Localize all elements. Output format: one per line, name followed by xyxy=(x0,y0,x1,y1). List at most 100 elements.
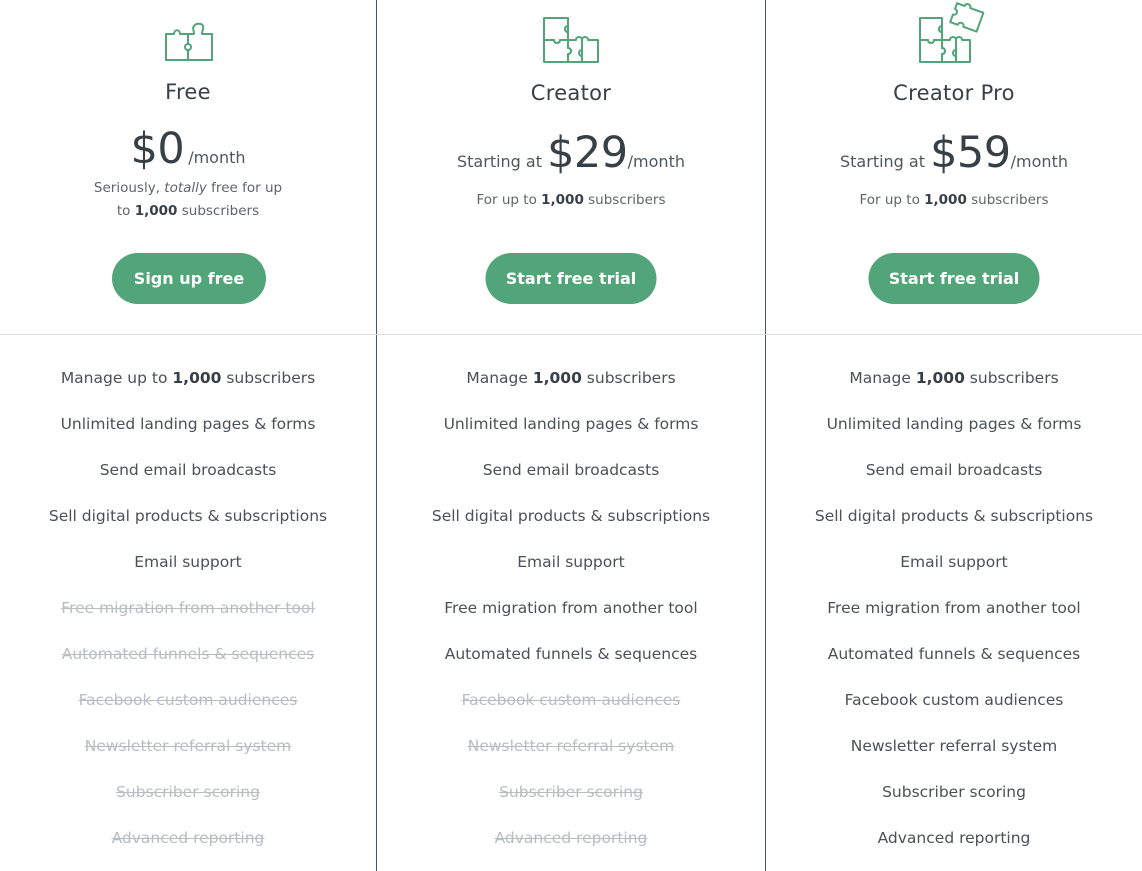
feature-text: Unlimited landing pages & forms xyxy=(826,415,1082,433)
feature-item-included: Automated funnels & sequences xyxy=(766,631,1142,677)
price-line: Starting at $59/month xyxy=(766,128,1142,178)
subtext-part: subscribers xyxy=(177,203,260,219)
feature-text: Newsletter referral system xyxy=(850,737,1058,755)
feature-item-included: Manage up to 1,000 subscribers xyxy=(0,355,376,401)
sign-up-free-button[interactable]: Sign up free xyxy=(112,253,266,304)
feature-text: Sell digital products & subscriptions xyxy=(48,507,328,525)
plan-name: Free xyxy=(165,80,211,104)
feature-item-included: Automated funnels & sequences xyxy=(377,631,765,677)
feature-item-excluded: Facebook custom audiences xyxy=(0,677,376,723)
feature-item-included: Manage 1,000 subscribers xyxy=(766,355,1142,401)
price-period: /month xyxy=(188,148,246,167)
feature-highlight: 1,000 xyxy=(532,369,582,387)
feature-item-included: Subscriber scoring xyxy=(766,769,1142,815)
price-line: $0/month xyxy=(0,124,376,174)
subscriber-limit: 1,000 xyxy=(541,192,584,208)
feature-text: Email support xyxy=(134,553,242,571)
column-divider xyxy=(765,0,766,871)
feature-text: subscribers xyxy=(221,369,316,387)
plan-name: Creator xyxy=(530,81,612,105)
feature-text: Advanced reporting xyxy=(877,829,1031,847)
feature-text: Email support xyxy=(900,553,1008,571)
feature-text: subscribers xyxy=(581,369,676,387)
feature-item-included: Unlimited landing pages & forms xyxy=(377,401,765,447)
feature-text: Advanced reporting xyxy=(111,829,265,847)
feature-text: Sell digital products & subscriptions xyxy=(814,507,1094,525)
feature-text: subscribers xyxy=(964,369,1059,387)
feature-text: Subscriber scoring xyxy=(499,783,643,801)
feature-text: Facebook custom audiences xyxy=(461,691,681,709)
plan-subtext: For up to 1,000 subscribers xyxy=(766,189,1142,212)
plan-subtext: Seriously, totally free for up to 1,000 … xyxy=(0,177,376,223)
start-free-trial-button-creator-pro[interactable]: Start free trial xyxy=(868,253,1040,304)
feature-list: Manage 1,000 subscribers Unlimited landin… xyxy=(377,355,765,861)
feature-item-included: Manage 1,000 subscribers xyxy=(377,355,765,401)
feature-text: Free migration from another tool xyxy=(444,599,698,617)
feature-item-included: Send email broadcasts xyxy=(377,447,765,493)
plan-card-free: Free $0/month Seriously, totally free fo… xyxy=(0,0,376,871)
subtext-part: For up to xyxy=(476,192,542,208)
price-period: /month xyxy=(627,152,685,171)
subtext-emphasis: totally xyxy=(164,180,207,196)
feature-text: Automated funnels & sequences xyxy=(827,645,1081,663)
subtext-part: subscribers xyxy=(583,192,666,208)
feature-text: Send email broadcasts xyxy=(99,461,277,479)
feature-item-included: Facebook custom audiences xyxy=(766,677,1142,723)
subtext-part: Seriously, xyxy=(93,180,165,196)
feature-text: Subscriber scoring xyxy=(116,783,260,801)
feature-item-excluded: Subscriber scoring xyxy=(377,769,765,815)
price-amount: $59 xyxy=(930,128,1011,178)
feature-item-included: Advanced reporting xyxy=(766,815,1142,861)
feature-item-included: Newsletter referral system xyxy=(766,723,1142,769)
feature-item-excluded: Subscriber scoring xyxy=(0,769,376,815)
feature-item-excluded: Advanced reporting xyxy=(377,815,765,861)
feature-item-excluded: Newsletter referral system xyxy=(0,723,376,769)
feature-item-included: Sell digital products & subscriptions xyxy=(0,493,376,539)
price-amount: $29 xyxy=(547,128,628,178)
feature-item-included: Unlimited landing pages & forms xyxy=(766,401,1142,447)
feature-item-included: Free migration from another tool xyxy=(766,585,1142,631)
feature-text: Manage xyxy=(466,369,533,387)
column-divider xyxy=(376,0,377,871)
feature-highlight: 1,000 xyxy=(915,369,965,387)
subtext-part: For up to xyxy=(859,192,925,208)
feature-text: Subscriber scoring xyxy=(882,783,1026,801)
feature-text: Manage up to xyxy=(60,369,173,387)
feature-item-included: Email support xyxy=(377,539,765,585)
feature-text: Unlimited landing pages & forms xyxy=(443,415,699,433)
plan-subtext: For up to 1,000 subscribers xyxy=(377,189,765,212)
feature-item-included: Email support xyxy=(766,539,1142,585)
plan-card-creator: Creator Starting at $29/month For up to … xyxy=(377,0,765,871)
feature-item-included: Free migration from another tool xyxy=(377,585,765,631)
price-prefix: Starting at xyxy=(457,152,548,171)
feature-list: Manage 1,000 subscribers Unlimited landin… xyxy=(766,355,1142,861)
feature-text: Send email broadcasts xyxy=(865,461,1043,479)
feature-text: Send email broadcasts xyxy=(482,461,660,479)
feature-highlight: 1,000 xyxy=(172,369,222,387)
header-divider xyxy=(0,334,1142,335)
feature-text: Unlimited landing pages & forms xyxy=(60,415,316,433)
feature-text: Manage xyxy=(849,369,916,387)
feature-item-included: Send email broadcasts xyxy=(766,447,1142,493)
feature-text: Advanced reporting xyxy=(494,829,648,847)
feature-item-excluded: Free migration from another tool xyxy=(0,585,376,631)
feature-item-included: Send email broadcasts xyxy=(0,447,376,493)
feature-text: Newsletter referral system xyxy=(467,737,675,755)
puzzle-five-pieces-icon xyxy=(918,2,988,64)
feature-item-excluded: Newsletter referral system xyxy=(377,723,765,769)
feature-text: Free migration from another tool xyxy=(61,599,315,617)
price-line: Starting at $29/month xyxy=(377,128,765,178)
feature-item-included: Sell digital products & subscriptions xyxy=(766,493,1142,539)
start-free-trial-button-creator[interactable]: Start free trial xyxy=(485,253,657,304)
feature-text: Sell digital products & subscriptions xyxy=(431,507,711,525)
feature-list: Manage up to 1,000 subscribers Unlimited … xyxy=(0,355,376,861)
subscriber-limit: 1,000 xyxy=(134,203,178,219)
feature-text: Email support xyxy=(517,553,625,571)
price-period: /month xyxy=(1010,152,1068,171)
subtext-part: free for up xyxy=(206,180,283,196)
price-prefix: Starting at xyxy=(840,152,931,171)
feature-item-excluded: Advanced reporting xyxy=(0,815,376,861)
feature-text: Facebook custom audiences xyxy=(78,691,298,709)
subtext-part: subscribers xyxy=(966,192,1049,208)
pricing-table: Free $0/month Seriously, totally free fo… xyxy=(0,0,1142,871)
